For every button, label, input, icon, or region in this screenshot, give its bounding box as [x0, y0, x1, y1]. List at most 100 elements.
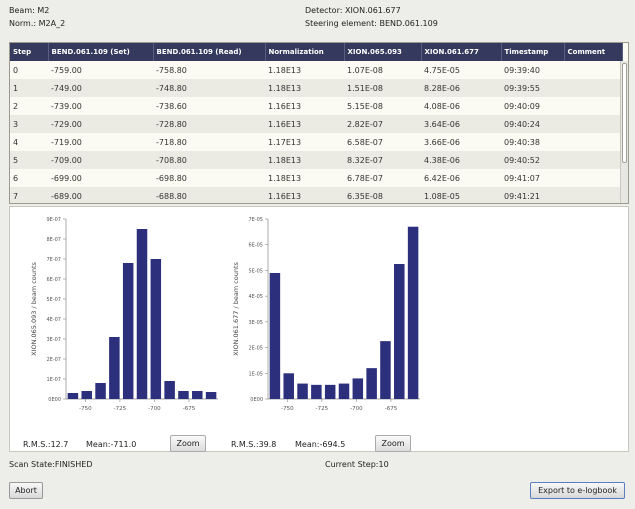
- table-cell[interactable]: [564, 79, 622, 97]
- table-cell: 1.18E13: [268, 173, 302, 183]
- table-cell: -749.00: [48, 79, 153, 97]
- histogram-bar: [380, 341, 391, 399]
- table-cell[interactable]: [564, 133, 622, 151]
- table-cell: 1.16E13: [268, 101, 302, 111]
- y-axis-title: XION.065.093 / beam counts: [30, 261, 38, 355]
- y-tick-label: 7E-05: [248, 217, 263, 223]
- left-chart: 0E00 1E-07 2E-07 3E-07 4E-07 5E-07 6E-07 7E-07 8…: [18, 211, 228, 421]
- table-cell: 6.42E-06: [424, 173, 460, 183]
- table-cell: 8.28E-06: [421, 79, 501, 97]
- table-cell: 09:41:07: [504, 173, 540, 183]
- histogram-bar: [95, 383, 106, 399]
- table-cell: -739.00: [51, 101, 82, 111]
- table-cell[interactable]: [564, 115, 622, 133]
- table-cell: -729.00: [48, 115, 153, 133]
- histogram-bar: [352, 378, 364, 399]
- histogram-bar: [122, 263, 134, 399]
- histogram-bar: [338, 383, 350, 399]
- column-header-read[interactable]: BEND.061.109 (Read): [153, 43, 266, 61]
- table-cell: 09:39:40: [504, 65, 540, 75]
- left-zoom-button[interactable]: Zoom: [170, 435, 206, 452]
- table-cell: 1.07E-08: [347, 65, 383, 75]
- histogram-bar: [81, 391, 92, 399]
- histogram-bar: [205, 392, 217, 399]
- table-row[interactable]: 6 -699.00 -698.80 1.18E13 6.78E-07 6.42E-06 09…: [10, 169, 622, 187]
- histogram-bar: [311, 384, 322, 399]
- y-tick-label: 9E-07: [46, 217, 61, 223]
- histogram-bar: [150, 259, 162, 399]
- table-cell: 4.75E-05: [424, 65, 460, 75]
- table-cell: -688.80: [153, 187, 265, 203]
- norm-label: Norm.: M2A_2: [9, 19, 66, 28]
- abort-button[interactable]: Abort: [9, 482, 43, 499]
- y-tick-label: 5E-05: [248, 268, 263, 274]
- column-header-step[interactable]: Step: [10, 43, 49, 61]
- table-cell: -689.00: [48, 187, 153, 203]
- table-row[interactable]: 5 -709.00 -708.80 1.18E13 8.32E-07 4.38E-06 09…: [10, 151, 622, 169]
- table-cell: 7: [10, 187, 48, 203]
- table-cell[interactable]: [564, 97, 622, 115]
- column-header-xion-061[interactable]: XION.061.677: [421, 43, 502, 61]
- scrollbar-thumb[interactable]: [622, 63, 627, 163]
- y-tick-label: 2E-07: [46, 357, 61, 363]
- table-cell: 1.08E-05: [421, 187, 501, 203]
- table-cell: 5: [10, 151, 48, 169]
- table-row[interactable]: 7 -689.00 -688.80 1.16E13 6.35E-08 1.08E-05 09…: [10, 187, 622, 203]
- table-cell: -709.00: [48, 151, 153, 169]
- table-cell: 8.32E-07: [344, 151, 421, 169]
- table-cell: 1.18E13: [265, 151, 344, 169]
- table-row[interactable]: 3 -729.00 -728.80 1.16E13 2.82E-07 3.64E-06 09…: [10, 115, 622, 133]
- table-row[interactable]: 1 -749.00 -748.80 1.18E13 1.51E-08 8.28E-06 09…: [10, 79, 622, 97]
- xion-061-histogram: 0E00 1E-05 2E-05 3E-05 4E-05 5E-05 6E-05 7E-05 -…: [232, 217, 420, 412]
- histogram-bar: [192, 391, 203, 399]
- table-header-row: Step BEND.061.109 (Set) BEND.061.109 (Re…: [10, 43, 623, 61]
- table-row[interactable]: 4 -719.00 -718.80 1.17E13 6.58E-07 3.66E-06 09…: [10, 133, 622, 151]
- table-cell[interactable]: [564, 187, 622, 203]
- table-row[interactable]: 0 -759.00 -758.80 1.18E13 1.07E-08 4.75E-05 09…: [10, 61, 622, 79]
- table-cell: 1.16E13: [265, 187, 344, 203]
- scan-state-label: Scan State:FINISHED: [9, 460, 93, 469]
- table-cell[interactable]: [564, 151, 622, 169]
- y-tick-label: 5E-07: [46, 297, 61, 303]
- y-tick-label: 3E-05: [248, 320, 263, 326]
- histogram-bar: [283, 373, 294, 399]
- table-cell: 5.15E-08: [347, 101, 383, 111]
- detector-label: Detector: XION.061.677: [305, 6, 401, 15]
- y-tick-label: 1E-07: [46, 377, 61, 383]
- table-row[interactable]: 2 -739.00 -738.60 1.16E13 5.15E-08 4.08E-06 09…: [10, 97, 622, 115]
- column-header-normalization[interactable]: Normalization: [265, 43, 345, 61]
- right-zoom-button[interactable]: Zoom: [375, 435, 411, 452]
- table-cell: 1.17E13: [268, 137, 302, 147]
- table-scrollbar[interactable]: [620, 61, 628, 203]
- table-cell: -719.00: [51, 137, 82, 147]
- table-cell: -748.80: [153, 79, 265, 97]
- table-cell: 0: [13, 65, 19, 75]
- column-header-comment[interactable]: Comment: [564, 43, 623, 61]
- histogram-bar: [164, 381, 175, 399]
- histogram-bar: [178, 391, 189, 399]
- histogram-bar: [269, 273, 281, 399]
- table-cell: 09:40:52: [501, 151, 564, 169]
- x-tick-label: -675: [385, 406, 398, 412]
- scan-results-table[interactable]: Step BEND.061.109 (Set) BEND.061.109 (Re…: [9, 42, 629, 204]
- table-cell: 6.58E-07: [347, 137, 383, 147]
- table-cell[interactable]: [564, 61, 622, 79]
- left-mean-label: Mean:-711.0: [86, 440, 137, 449]
- table-cell[interactable]: [564, 169, 622, 187]
- right-mean-label: Mean:-694.5: [295, 440, 346, 449]
- export-to-elogbook-button[interactable]: Export to e-logbook: [530, 482, 625, 499]
- table-cell: -708.80: [153, 151, 265, 169]
- table-cell: 09:39:55: [501, 79, 564, 97]
- column-header-set[interactable]: BEND.061.109 (Set): [48, 43, 154, 61]
- column-header-xion-065[interactable]: XION.065.093: [344, 43, 422, 61]
- table-cell: 6: [13, 173, 19, 183]
- x-tick-label: -725: [316, 406, 329, 412]
- table-cell: 3.64E-06: [421, 115, 501, 133]
- x-tick-label: -700: [350, 406, 363, 412]
- table-cell: -758.80: [156, 65, 187, 75]
- column-header-timestamp[interactable]: Timestamp: [501, 43, 565, 61]
- table-cell: -699.00: [51, 173, 82, 183]
- y-tick-label: 2E-05: [248, 346, 263, 352]
- table-cell: -718.80: [156, 137, 187, 147]
- steering-element-label: Steering element: BEND.061.109: [305, 19, 438, 28]
